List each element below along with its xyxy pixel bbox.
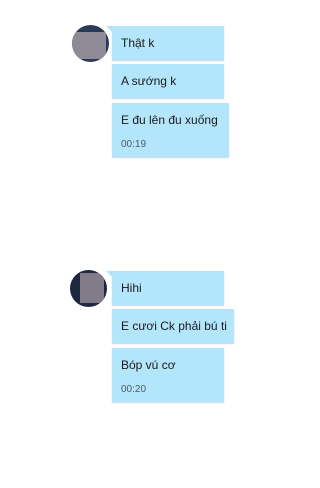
message-text: Hihi — [121, 281, 142, 295]
message-text: Thật k — [121, 36, 155, 50]
message-bubble[interactable]: Bóp vú cơ 00:20 — [112, 348, 224, 402]
message-bubble[interactable]: Thật k — [112, 26, 224, 60]
message-timestamp: 00:19 — [121, 139, 147, 150]
avatar[interactable] — [72, 25, 109, 62]
avatar[interactable] — [70, 270, 107, 307]
message-text: E cươi Ck phải bú ti — [121, 319, 227, 333]
message-text: A sướng k — [121, 74, 177, 88]
message-bubble[interactable]: E cươi Ck phải bú ti — [112, 309, 234, 343]
message-text: Bóp vú cơ — [121, 358, 176, 372]
message-bubble[interactable]: E đu lên đu xuống 00:19 — [112, 103, 229, 157]
avatar-redaction — [72, 32, 106, 59]
message-timestamp: 00:20 — [121, 384, 147, 395]
message-bubble[interactable]: A sướng k — [112, 64, 224, 98]
message-bubble[interactable]: Hihi — [112, 271, 224, 305]
avatar-redaction — [80, 273, 104, 303]
message-text: E đu lên đu xuống — [121, 113, 218, 127]
